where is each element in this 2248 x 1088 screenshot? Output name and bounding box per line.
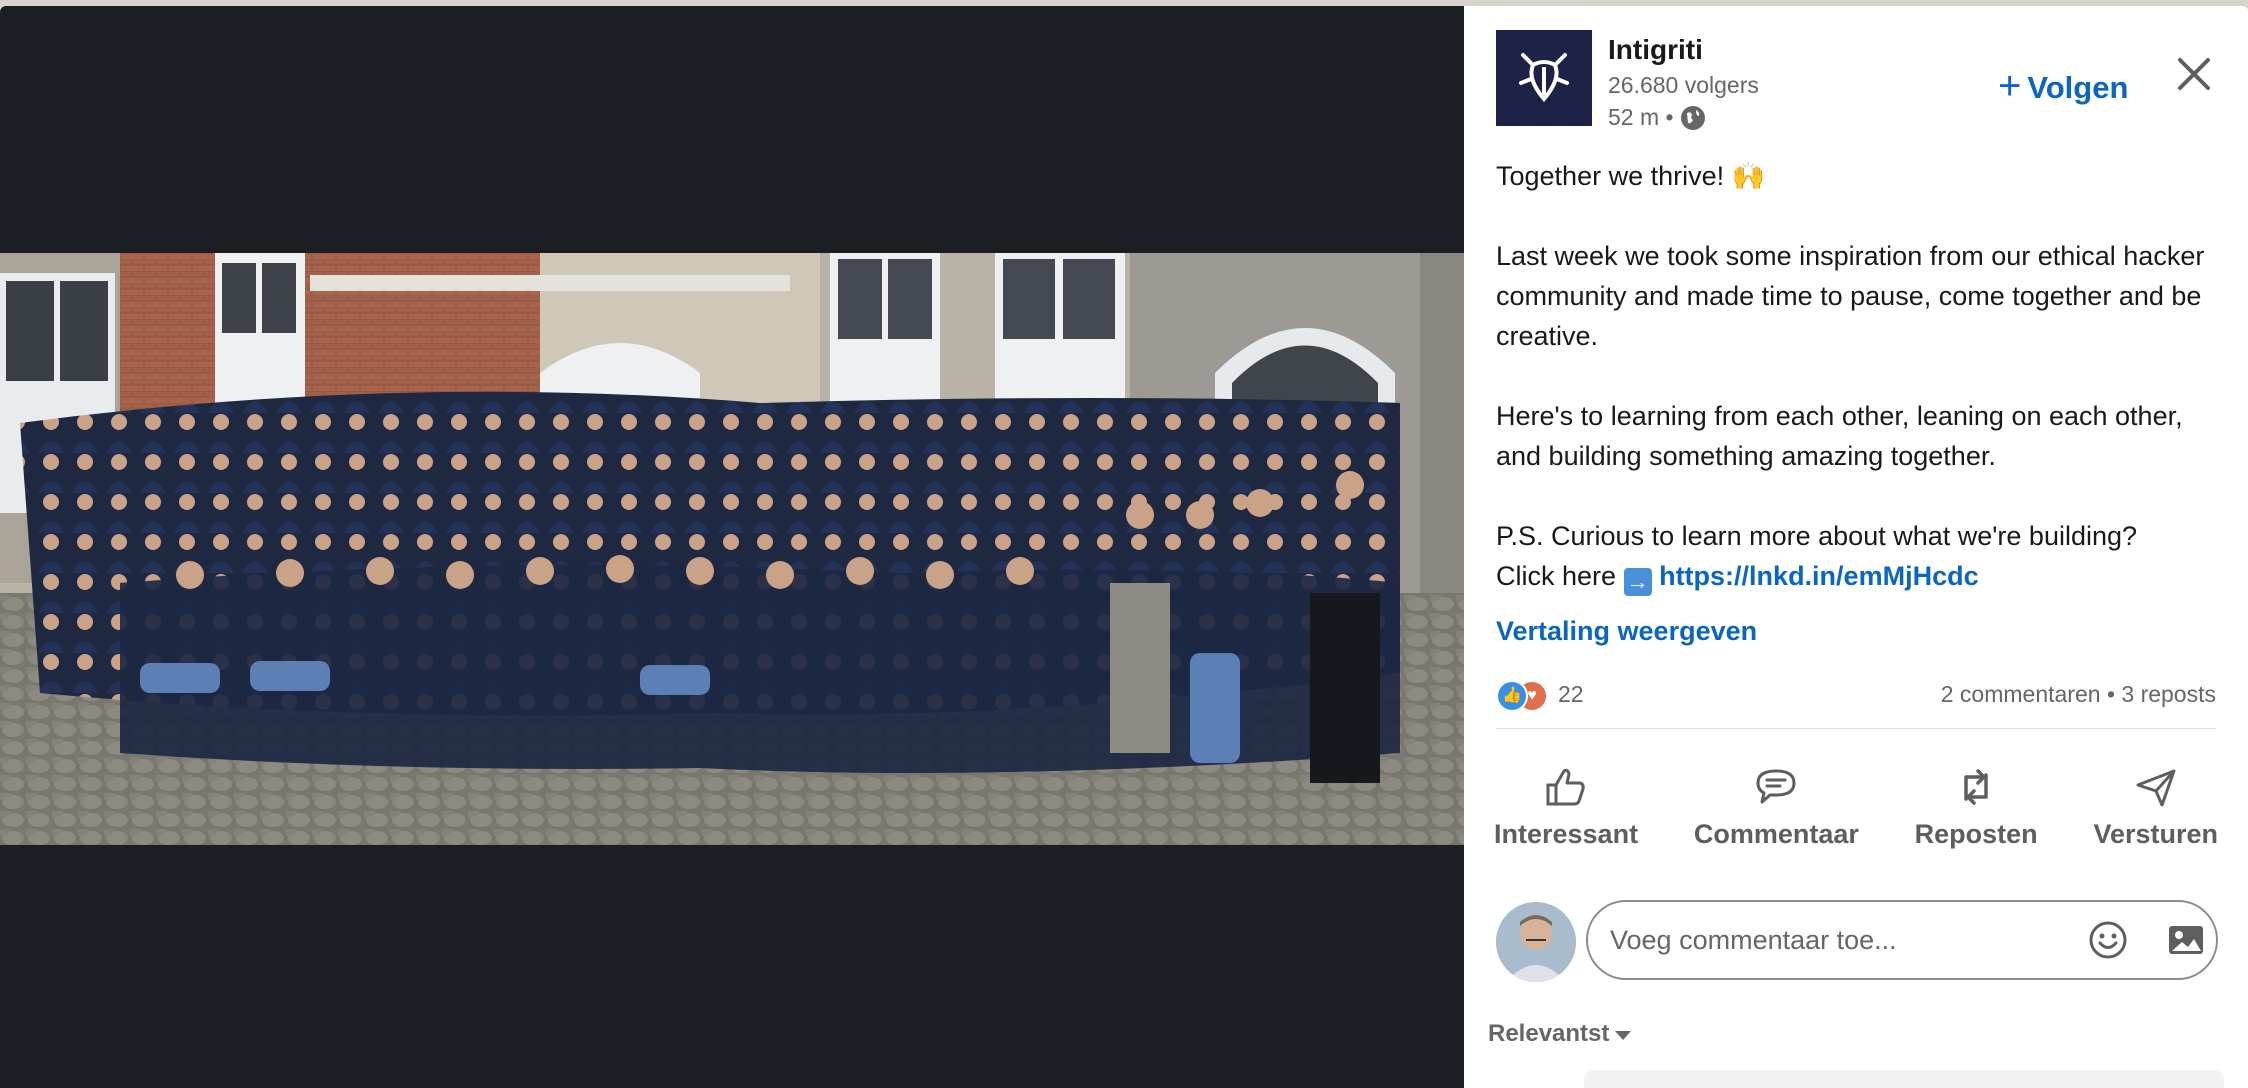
- follow-label: Volgen: [2027, 70, 2129, 105]
- social-counts: 👍 ♥ 22 2 commentaren • 3 reposts: [1496, 674, 2216, 714]
- comment-icon: [1756, 769, 1796, 803]
- caret-down-icon: [1615, 1030, 1632, 1040]
- action-bar: Interessant Commentaar Reposten Versture…: [1484, 746, 2228, 866]
- repost-icon: [1964, 768, 1988, 805]
- close-icon[interactable]: [2170, 50, 2218, 98]
- intigriti-bug-logo[interactable]: [1496, 30, 1592, 126]
- follow-button[interactable]: + Volgen: [1998, 64, 2128, 112]
- post-modal: Intigriti 26.680 volgers 52 m • + Volgen…: [0, 6, 2248, 1088]
- image-icon[interactable]: [2164, 918, 2208, 962]
- like-button[interactable]: Interessant: [1484, 746, 1648, 866]
- post-time: 52 m •: [1608, 104, 1674, 130]
- post-paragraph-4-line1: P.S. Curious to learn more about what we…: [1496, 521, 2138, 551]
- avatar[interactable]: [1496, 902, 1576, 982]
- reaction-icons: 👍 ♥: [1496, 678, 1548, 712]
- globe-icon: [1680, 105, 1705, 130]
- send-icon: [2136, 769, 2176, 806]
- post-paragraph-1: Together we thrive! 🙌: [1496, 161, 1766, 191]
- like-reaction-icon: 👍: [1496, 680, 1528, 712]
- thumbs-up-icon: [1546, 768, 1585, 805]
- comment-label: Commentaar: [1693, 818, 1859, 849]
- company-name[interactable]: Intigriti: [1608, 34, 1703, 66]
- post-timestamp: 52 m •: [1608, 104, 1706, 131]
- emoji-icon[interactable]: [2086, 918, 2130, 962]
- reaction-count[interactable]: 22: [1558, 681, 1584, 708]
- translate-link[interactable]: Vertaling weergeven: [1496, 616, 1757, 647]
- comment-button[interactable]: Commentaar: [1684, 746, 1869, 866]
- post-details-panel: Intigriti 26.680 volgers 52 m • + Volgen…: [1464, 6, 2248, 1088]
- like-label: Interessant: [1494, 818, 1639, 849]
- post-paragraph-2: Last week we took some inspiration from …: [1496, 241, 2205, 351]
- plus-icon: +: [1998, 64, 2022, 108]
- send-label: Versturen: [2093, 818, 2218, 849]
- post-paragraph-4-prefix: Click here: [1496, 561, 1617, 591]
- reactions[interactable]: 👍 ♥ 22: [1496, 678, 1584, 712]
- comment-input[interactable]: [1608, 923, 2052, 957]
- post-text: Together we thrive! 🙌 Last week we took …: [1496, 156, 2216, 596]
- comment-placeholder: [1584, 1070, 2224, 1088]
- post-paragraph-4: P.S. Curious to learn more about what we…: [1496, 516, 2216, 596]
- post-link[interactable]: https://lnkd.in/emMjHcdc: [1659, 561, 1979, 591]
- arrow-right-icon: →: [1623, 568, 1652, 596]
- media-viewer: [0, 6, 1464, 1088]
- comments-reposts-count[interactable]: 2 commentaren • 3 reposts: [1941, 681, 2216, 708]
- post-image: [0, 253, 1464, 845]
- sort-label: Relevantst: [1488, 1020, 1610, 1047]
- follower-count: 26.680 volgers: [1608, 72, 1759, 98]
- post-paragraph-3: Here's to learning from each other, lean…: [1496, 401, 2183, 471]
- repost-button[interactable]: Reposten: [1905, 746, 2048, 866]
- repost-label: Reposten: [1914, 818, 2038, 849]
- comment-box: [1586, 900, 2218, 980]
- sort-dropdown[interactable]: Relevantst: [1488, 1020, 1632, 1048]
- divider: [1496, 728, 2216, 729]
- send-button[interactable]: Versturen: [2083, 746, 2228, 866]
